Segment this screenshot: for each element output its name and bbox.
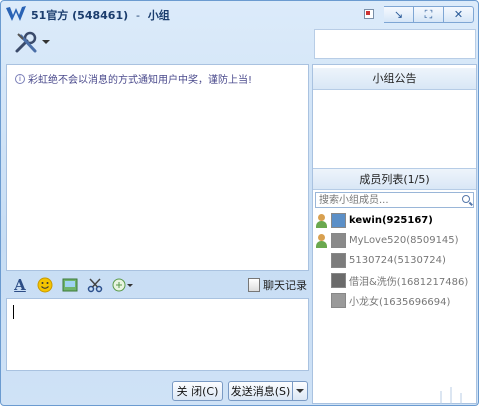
member-status-icon [315,274,329,288]
message-input[interactable] [6,298,309,371]
send-message-button[interactable]: 发送消息(S) [228,381,293,401]
more-tools-icon [112,278,133,292]
tools-icon[interactable] [13,31,41,55]
member-name: 小龙女(1635696694) [349,297,451,308]
close-window-button[interactable]: ✕ [444,6,474,23]
member-search-box[interactable] [315,192,474,208]
more-button[interactable] [109,275,135,295]
chevron-down-icon [296,389,304,393]
member-search-input[interactable] [316,193,456,208]
tools-dropdown-icon[interactable] [42,40,50,44]
group-id: (548461) [72,9,129,22]
info-icon: i [15,73,25,84]
member-avatar[interactable] [331,253,346,268]
member-list-header: 成员列表(1/5) [313,168,476,190]
group-name: 51官方 [31,9,69,22]
close-icon: ✕ [453,8,464,21]
announcement-header: 小组公告 [313,68,476,90]
resize-grip-icon[interactable] [341,379,471,404]
picture-icon [62,278,78,292]
minimize-icon: ↘ [393,8,404,21]
close-button[interactable]: 关 闭(C) [172,381,223,401]
member-item[interactable]: 5130724(5130724) [313,251,476,270]
image-button[interactable] [59,275,81,295]
group-sidebar: 小组公告 成员列表(1/5) kewin(925167) MyLove520(85… [312,64,477,404]
chat-history-button[interactable]: 聊天记录 [248,277,307,293]
format-toolbar: A 聊天记录 [6,274,309,296]
member-status-icon [315,233,329,248]
history-book-icon [248,278,260,292]
font-button[interactable]: A [9,275,31,295]
window-type: 小组 [147,9,170,22]
minimize-button[interactable]: ↘ [384,6,414,23]
screenshot-button[interactable] [84,275,106,295]
chat-history-area[interactable]: i 彩虹绝不会以消息的方式通知用户中奖，谨防上当! [6,64,309,271]
member-avatar[interactable] [331,233,346,248]
maximize-icon: ⛶ [424,7,433,21]
window-title: 51官方 (548461) - 小组 [31,7,170,23]
system-notice: i 彩虹绝不会以消息的方式通知用户中奖，谨防上当! [15,71,252,86]
smiley-icon [37,277,53,293]
member-avatar[interactable] [331,273,346,288]
search-icon[interactable] [462,195,470,203]
member-item[interactable]: MyLove520(8509145) [313,231,476,250]
title-separator: - [135,9,140,22]
title-bar[interactable]: 51官方 (548461) - 小组 ↘ ⛶ ✕ [1,1,478,27]
member-name: MyLove520(8509145) [349,235,459,246]
member-avatar[interactable] [331,213,346,228]
member-avatar[interactable] [331,293,346,308]
chat-window: 51官方 (548461) - 小组 ↘ ⛶ ✕ i 彩虹绝不会以消息的方式通知… [0,0,479,406]
app-logo-icon [6,6,26,21]
member-list: kewin(925167) MyLove520(8509145) 5130724(5… [313,211,476,311]
maximize-button[interactable]: ⛶ [414,6,444,23]
history-label: 聊天记录 [263,279,307,292]
member-item[interactable]: kewin(925167) [313,211,476,230]
notice-text: 彩虹绝不会以消息的方式通知用户中奖，谨防上当! [28,75,253,86]
member-status-icon [315,254,329,268]
member-name: kewin(925167) [349,215,433,226]
member-item[interactable]: 小龙女(1635696694) [313,291,476,310]
member-status-icon [315,213,329,228]
member-name: 借泪&洗伤(1681217486) [349,277,469,288]
member-name: 5130724(5130724) [349,255,446,266]
member-item[interactable]: 借泪&洗伤(1681217486) [313,271,476,290]
emoji-button[interactable] [34,275,56,295]
scissors-icon [87,278,103,293]
window-controls: ↘ ⛶ ✕ [364,6,474,23]
skin-icon[interactable] [364,9,374,19]
group-info-panel [314,29,476,59]
member-status-icon [315,294,329,308]
font-icon: A [14,276,26,294]
send-options-button[interactable] [292,381,308,401]
text-cursor [13,305,14,319]
